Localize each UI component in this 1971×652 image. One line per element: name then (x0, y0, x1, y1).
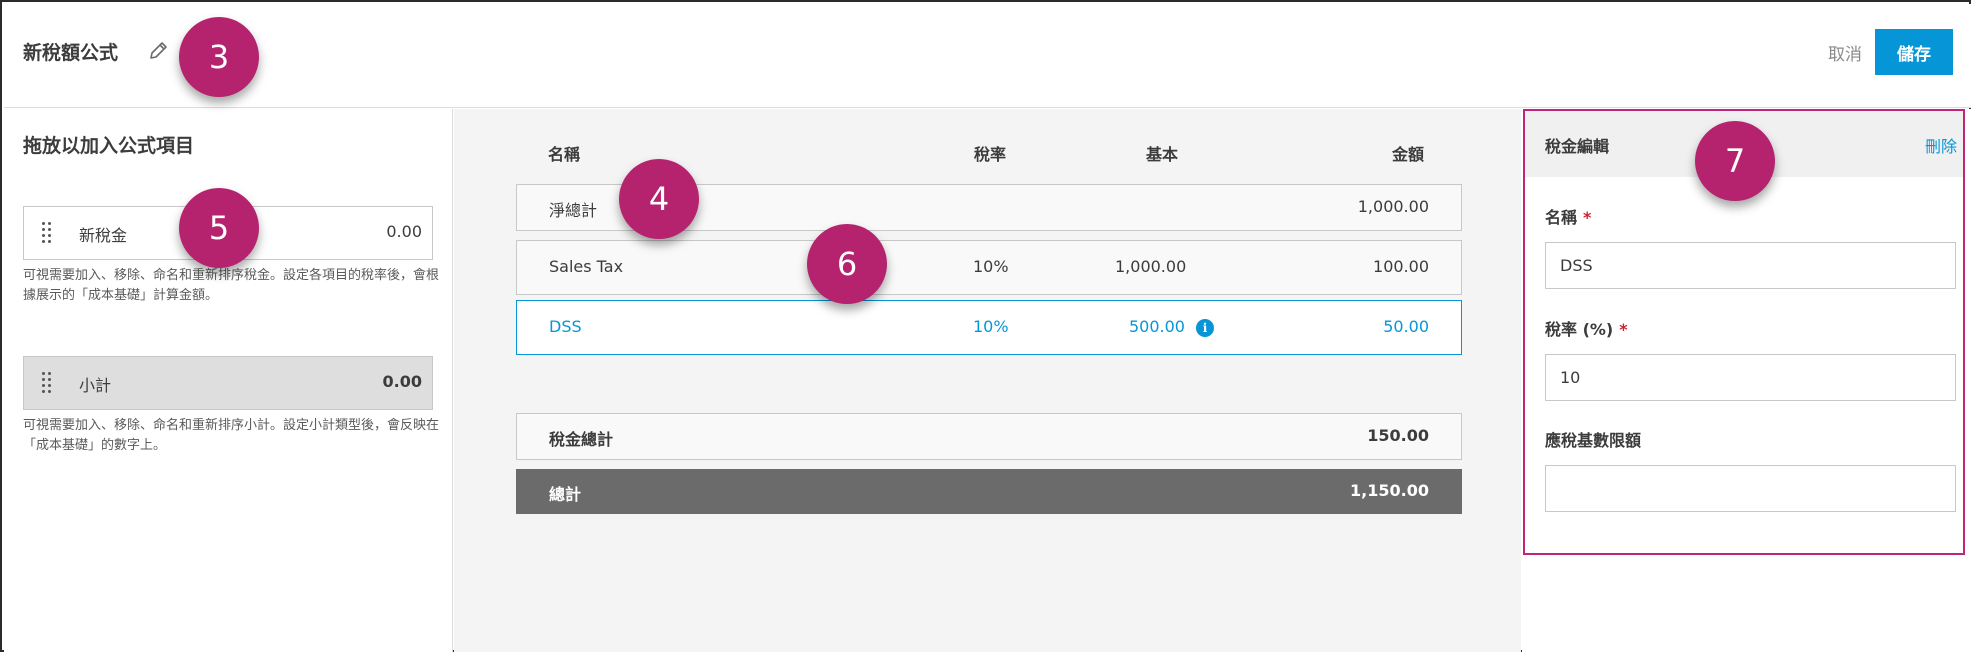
row-base: 500.00 (1129, 317, 1185, 336)
panel-title: 拖放以加入公式項目 (23, 135, 195, 157)
new-tax-value: 0.00 (386, 222, 422, 241)
row-base: 1,000.00 (1115, 257, 1187, 276)
row-name: 總計 (549, 485, 582, 504)
column-header-amount: 金額 (1392, 145, 1425, 164)
subtotal-help-text: 可視需要加入、移除、命名和重新排序小計。設定小計類型後，會反映在「成本基礎」的數… (23, 418, 440, 453)
info-icon[interactable]: i (1196, 319, 1214, 337)
callout-3: 3 (179, 17, 259, 97)
row-amount: 1,150.00 (1350, 481, 1429, 500)
cancel-button[interactable]: 取消 (1828, 40, 1862, 65)
limit-field-label: 應稅基數限額 (1545, 431, 1642, 450)
subtotal-value: 0.00 (382, 372, 422, 391)
callout-7: 7 (1695, 121, 1775, 201)
subtotal-label: 小計 (79, 376, 112, 395)
callout-5: 5 (179, 188, 259, 268)
new-tax-help-text: 可視需要加入、移除、命名和重新排序稅金。設定各項目的稅率後，會根據展示的「成本基… (23, 268, 440, 303)
row-rate: 10% (973, 257, 1009, 276)
row-amount: 1,000.00 (1357, 197, 1429, 216)
row-name: 稅金總計 (549, 430, 614, 449)
column-header-name: 名稱 (548, 145, 581, 164)
rate-input[interactable] (1545, 354, 1956, 401)
callout-6: 6 (807, 224, 887, 304)
row-amount: 50.00 (1383, 317, 1429, 336)
drag-handle-icon[interactable] (42, 372, 54, 394)
row-amount: 100.00 (1373, 257, 1429, 276)
row-amount: 150.00 (1367, 426, 1429, 445)
row-name: DSS (549, 317, 582, 336)
drag-handle-icon[interactable] (42, 222, 54, 244)
row-name: 淨總計 (549, 201, 598, 220)
tax-row-selected[interactable]: DSS 10% 500.00 i 50.00 (516, 300, 1462, 355)
save-button[interactable]: 儲存 (1875, 29, 1953, 75)
required-marker: * (1619, 320, 1628, 339)
column-header-rate: 稅率 (974, 145, 1007, 164)
rate-field-label: 稅率 (%) * (1545, 316, 1628, 340)
rate-label-text: 稅率 (%) (1545, 320, 1614, 339)
grand-total-row: 總計 1,150.00 (516, 469, 1462, 514)
required-marker: * (1583, 208, 1592, 227)
name-input[interactable] (1545, 242, 1956, 289)
column-header-base: 基本 (1146, 145, 1179, 164)
delete-link[interactable]: 刪除 (1925, 133, 1957, 157)
name-label-text: 名稱 (1545, 208, 1578, 227)
new-tax-label: 新稅金 (79, 226, 128, 245)
row-rate: 10% (973, 317, 1009, 336)
edit-panel-title: 稅金編輯 (1545, 137, 1610, 156)
callout-4: 4 (619, 159, 699, 239)
name-field-label: 名稱 * (1545, 204, 1591, 228)
limit-input[interactable] (1545, 465, 1956, 512)
pencil-icon[interactable] (147, 40, 169, 62)
tax-row[interactable]: Sales Tax 10% 1,000.00 100.00 (516, 240, 1462, 295)
row-name: Sales Tax (549, 257, 624, 276)
header-bar: 新稅額公式 取消 儲存 (4, 4, 1971, 108)
app-window: 新稅額公式 取消 儲存 拖放以加入公式項目 新稅金 0.00 可視需要加入、移除… (0, 0, 1971, 652)
formula-table: 名稱 稅率 基本 金額 淨總計 1,000.00 Sales Tax 10% 1… (454, 109, 1521, 652)
tax-total-row: 稅金總計 150.00 (516, 413, 1462, 460)
subtotal-draggable[interactable]: 小計 0.00 (23, 356, 433, 410)
page-title: 新稅額公式 (23, 42, 119, 64)
